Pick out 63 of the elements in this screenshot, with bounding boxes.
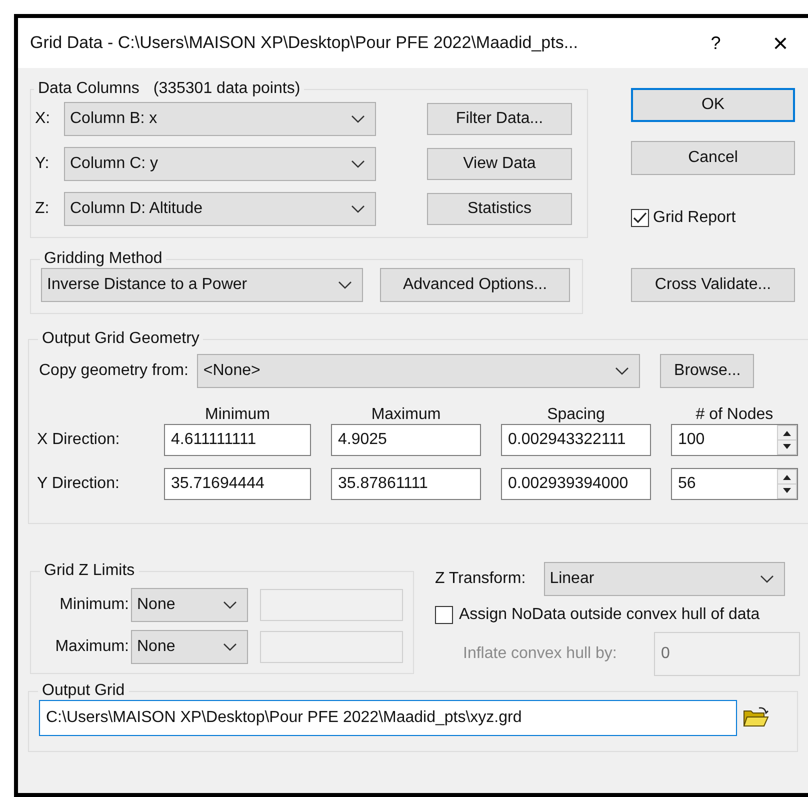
axis-label: Y: bbox=[35, 155, 50, 173]
caret-icon bbox=[351, 205, 365, 213]
input-field[interactable]: 4.611111111 bbox=[164, 424, 311, 456]
column-header: Minimum bbox=[204, 406, 271, 424]
input-field[interactable]: C:\Users\MAISON XP\Desktop\Pour PFE 2022\Maadid_pts\xyz.grd bbox=[39, 700, 737, 736]
caret-icon bbox=[338, 281, 352, 289]
input-field[interactable]: 35.71694444 bbox=[164, 468, 311, 500]
caret-icon bbox=[351, 160, 365, 168]
column-header: Maximum bbox=[370, 406, 442, 424]
browse-button[interactable]: Browse... bbox=[660, 354, 754, 388]
data-button[interactable]: View Data bbox=[427, 148, 572, 180]
axis-label: Z: bbox=[35, 200, 50, 218]
limit-dropdown[interactable]: None bbox=[131, 588, 248, 622]
data-button[interactable]: Statistics bbox=[427, 193, 572, 225]
group-label: Grid Z Limits bbox=[44, 562, 135, 579]
data-point-count: (335301 data points) bbox=[153, 80, 300, 97]
caret-icon bbox=[351, 115, 365, 123]
spin-field[interactable]: 100 bbox=[671, 424, 798, 456]
field-label: Minimum: bbox=[58, 596, 129, 614]
group-label: Data Columns bbox=[38, 80, 140, 97]
limit-dropdown[interactable]: None bbox=[131, 630, 248, 664]
transform-dropdown[interactable]: Linear bbox=[544, 562, 785, 596]
column-dropdown[interactable]: Column D: Altitude bbox=[64, 192, 376, 226]
column-header: Spacing bbox=[546, 406, 606, 424]
caret-icon bbox=[223, 643, 237, 651]
field-label: Inflate convex hull by: bbox=[463, 645, 618, 663]
dialog-button[interactable]: Cancel bbox=[631, 141, 795, 175]
cross-validate-button[interactable]: Cross Validate... bbox=[631, 268, 795, 302]
input-field[interactable]: 35.87861111 bbox=[331, 468, 481, 500]
checkbox-label: Assign NoData outside convex hull of data bbox=[459, 606, 760, 624]
field-label: Maximum: bbox=[54, 638, 129, 656]
axis-label: X: bbox=[35, 110, 52, 128]
spin-field[interactable]: 56 bbox=[671, 468, 798, 500]
data-button[interactable]: Filter Data... bbox=[427, 103, 572, 135]
spinner-arrows-icon[interactable] bbox=[777, 469, 797, 499]
field-label: Z Transform: bbox=[435, 570, 526, 588]
window-title: Grid Data - C:\Users\MAISON XP\Desktop\Pour PFE 2022\Maadid_pts... bbox=[30, 33, 579, 53]
help-button[interactable]: ? bbox=[710, 32, 721, 54]
row-label: Y Direction: bbox=[37, 475, 120, 493]
checkbox[interactable] bbox=[435, 606, 453, 624]
group-label: Gridding Method bbox=[44, 250, 162, 267]
advanced-options-button[interactable]: Advanced Options... bbox=[380, 268, 570, 302]
caret-icon bbox=[615, 367, 630, 375]
input-field[interactable]: 0.002943322111 bbox=[501, 424, 651, 456]
column-header: # of Nodes bbox=[694, 406, 774, 424]
method-dropdown[interactable]: Inverse Distance to a Power bbox=[41, 268, 363, 302]
field-label: Copy geometry from: bbox=[39, 362, 188, 380]
caret-icon bbox=[223, 601, 237, 609]
group-label: Output Grid Geometry bbox=[42, 330, 200, 347]
checkbox-label: Grid Report bbox=[653, 209, 736, 227]
group-label: Output Grid bbox=[42, 682, 125, 699]
checkbox[interactable] bbox=[631, 209, 649, 227]
input-field[interactable]: 4.9025 bbox=[331, 424, 481, 456]
close-button[interactable]: × bbox=[772, 28, 788, 58]
spinner-arrows-icon[interactable] bbox=[777, 425, 797, 455]
dialog-button[interactable]: OK bbox=[631, 88, 795, 122]
column-dropdown[interactable]: Column B: x bbox=[64, 102, 376, 136]
column-dropdown[interactable]: Column C: y bbox=[64, 147, 376, 181]
caret-icon bbox=[760, 575, 774, 583]
folder-icon[interactable] bbox=[743, 707, 769, 729]
row-label: X Direction: bbox=[37, 431, 121, 449]
input-field[interactable]: 0.002939394000 bbox=[501, 468, 651, 500]
geometry-dropdown[interactable]: <None> bbox=[197, 354, 640, 388]
